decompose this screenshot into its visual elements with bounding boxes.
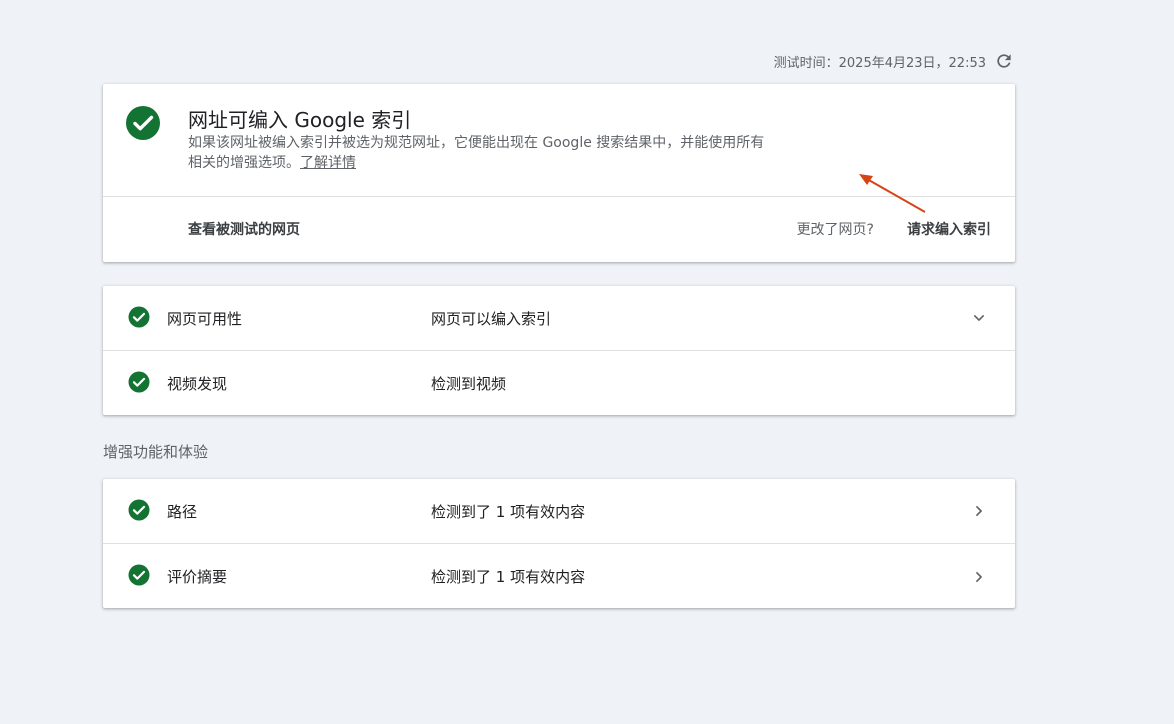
view-tested-page-button[interactable]: 查看被测试的网页 [188, 219, 300, 239]
chevron-right-icon[interactable] [969, 567, 989, 587]
enhancement-row-review-snippets[interactable]: 评价摘要 检测到了 1 项有效内容 [103, 544, 1015, 609]
check-row-page-availability[interactable]: 网页可用性 网页可以编入索引 [103, 286, 1015, 351]
enhancements-section-title: 增强功能和体验 [103, 443, 209, 461]
learn-more-link[interactable]: 了解详情 [300, 155, 356, 171]
check-circle-icon [128, 371, 150, 393]
status-description-text: 如果该网址被编入索引并被选为规范网址，它便能出现在 Google 搜索结果中，并… [188, 135, 765, 171]
chevron-right-icon[interactable] [969, 501, 989, 521]
test-time-bar: 测试时间：2025年4月23日，22:53 [774, 51, 1014, 71]
url-inspection-page: 测试时间：2025年4月23日，22:53 网址可编入 Google 索引 如果… [0, 0, 1174, 724]
status-description: 如果该网址被编入索引并被选为规范网址，它便能出现在 Google 搜索结果中，并… [188, 133, 778, 173]
check-row-video-discovery: 视频发现 检测到视频 [103, 351, 1015, 416]
check-circle-icon [126, 106, 160, 140]
enhancement-name: 路径 [167, 502, 198, 521]
status-summary: 网址可编入 Google 索引 如果该网址被编入索引并被选为规范网址，它便能出现… [103, 84, 1015, 197]
page-changed-label: 更改了网页? [796, 222, 874, 238]
enhancements-card: 路径 检测到了 1 项有效内容 评价摘要 检测到了 1 项有效内容 [103, 479, 1015, 608]
status-actions: 查看被测试的网页 更改了网页? 请求编入索引 [103, 197, 1015, 261]
check-name: 网页可用性 [167, 309, 243, 328]
check-circle-icon [128, 564, 150, 586]
check-value: 网页可以编入索引 [431, 309, 552, 328]
chevron-down-icon[interactable] [969, 308, 989, 328]
check-circle-icon [128, 306, 150, 328]
checks-card: 网页可用性 网页可以编入索引 视频发现 检测到视频 [103, 286, 1015, 415]
enhancement-value: 检测到了 1 项有效内容 [431, 502, 586, 521]
check-name: 视频发现 [167, 375, 228, 393]
index-status-card: 网址可编入 Google 索引 如果该网址被编入索引并被选为规范网址，它便能出现… [103, 84, 1015, 262]
enhancement-name: 评价摘要 [167, 568, 228, 586]
check-value: 检测到视频 [431, 375, 507, 393]
enhancement-row-breadcrumbs[interactable]: 路径 检测到了 1 项有效内容 [103, 479, 1015, 544]
test-time-text: 测试时间：2025年4月23日，22:53 [773, 55, 986, 71]
request-indexing-button[interactable]: 请求编入索引 [907, 219, 991, 239]
enhancement-value: 检测到了 1 项有效内容 [431, 568, 586, 586]
check-circle-icon [128, 499, 150, 521]
status-title: 网址可编入 Google 索引 [188, 108, 412, 132]
refresh-icon[interactable] [994, 51, 1014, 71]
